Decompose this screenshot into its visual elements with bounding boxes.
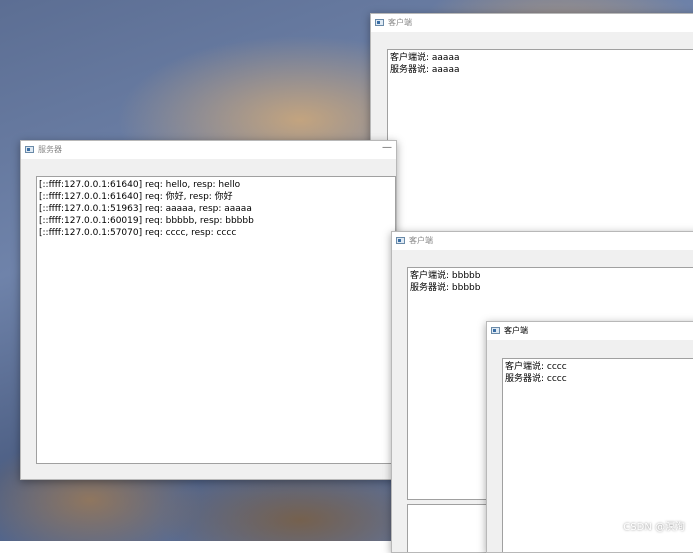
app-window-icon [491, 327, 500, 334]
log-line: 服务器说: cccc [505, 374, 567, 384]
app-window-icon [396, 237, 405, 244]
log-line: 客户端说: aaaaa [390, 53, 460, 63]
server-window[interactable]: 服务器 — [::ffff:127.0.0.1:61640] req: hell… [20, 140, 397, 480]
app-window-icon [375, 19, 384, 26]
log-line: 客户端说: cccc [505, 362, 567, 372]
window-title: 客户端 [504, 326, 528, 335]
log-line: 服务器说: aaaaa [390, 65, 460, 75]
window-title: 客户端 [388, 18, 412, 27]
title-bar[interactable]: 客户端 [371, 14, 693, 32]
watermark: CSDN @溟洵 [623, 522, 685, 533]
log-line: 服务器说: bbbbb [410, 283, 481, 293]
window-title: 服务器 [38, 145, 62, 154]
log-line: [::ffff:127.0.0.1:60019] req: bbbbb, res… [39, 216, 254, 226]
log-line: 客户端说: bbbbb [410, 271, 481, 281]
log-line: [::ffff:127.0.0.1:61640] req: 你好, resp: … [39, 192, 233, 202]
title-bar[interactable]: 服务器 — [21, 141, 396, 159]
server-log[interactable]: [::ffff:127.0.0.1:61640] req: hello, res… [36, 176, 396, 464]
window-title: 客户端 [409, 236, 433, 245]
app-window-icon [25, 146, 34, 153]
minimize-icon[interactable]: — [382, 142, 392, 153]
log-line: [::ffff:127.0.0.1:57070] req: cccc, resp… [39, 228, 237, 238]
title-bar[interactable]: 客户端 [487, 322, 693, 340]
log-line: [::ffff:127.0.0.1:51963] req: aaaaa, res… [39, 204, 252, 214]
title-bar[interactable]: 客户端 [392, 232, 693, 250]
log-line: [::ffff:127.0.0.1:61640] req: hello, res… [39, 180, 241, 190]
